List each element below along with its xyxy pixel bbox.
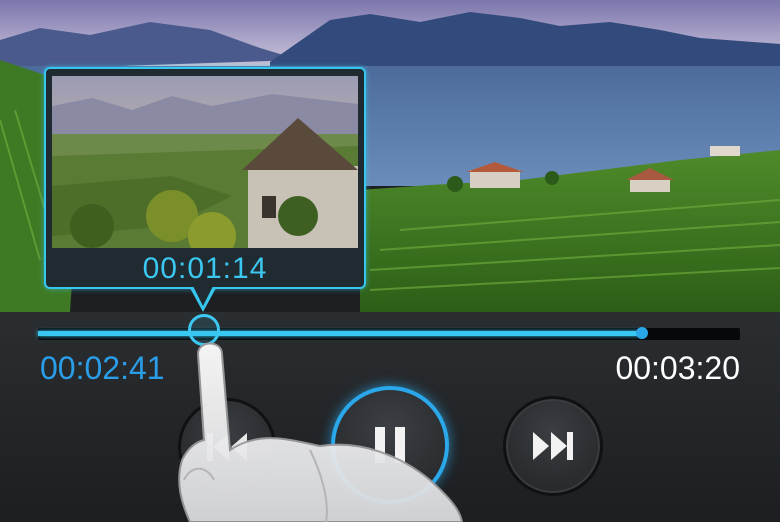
total-duration: 00:03:20: [615, 350, 740, 386]
playback-position-marker: [636, 327, 648, 339]
next-button[interactable]: [503, 396, 603, 496]
preview-thumbnail: [52, 76, 358, 248]
seek-bar[interactable]: [38, 328, 740, 340]
seek-handle[interactable]: [188, 314, 220, 346]
elapsed-time: 00:02:41: [40, 350, 165, 386]
seek-preview-popup: 00:01:14: [44, 67, 366, 289]
previous-button[interactable]: [178, 398, 276, 496]
pause-button[interactable]: [331, 386, 449, 504]
preview-timestamp: 00:01:14: [142, 252, 268, 285]
seek-bar-buffered: [38, 331, 642, 336]
skip-previous-icon: [207, 433, 247, 461]
pause-icon: [375, 427, 405, 463]
skip-next-icon: [533, 432, 573, 460]
